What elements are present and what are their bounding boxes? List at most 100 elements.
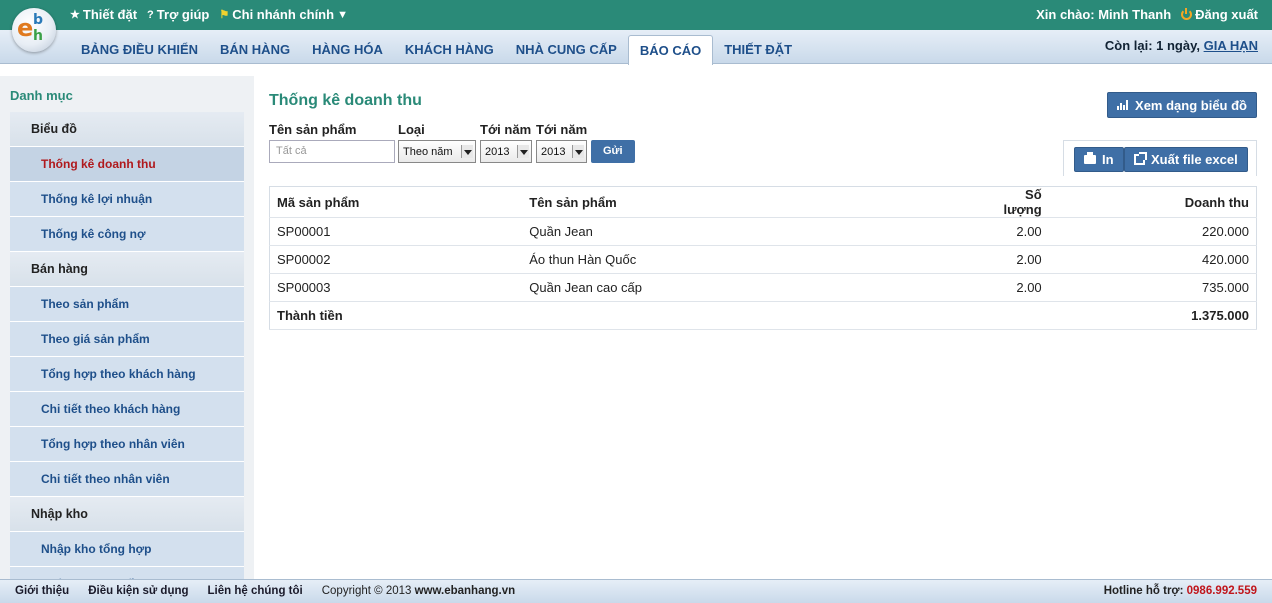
- sidebar-item-by-product-price[interactable]: Theo giá sản phẩm: [10, 322, 244, 357]
- to-year-select-1[interactable]: 2013: [480, 140, 532, 163]
- cell-revenue: 420.000: [1048, 245, 1257, 274]
- main-nav: BẢNG ĐIỀU KHIỂN BÁN HÀNG HÀNG HÓA KHÁCH …: [0, 30, 1272, 65]
- table-total-row: Thành tiền 1.375.000: [269, 301, 1257, 330]
- to-year-label-1: Tới năm: [480, 122, 532, 137]
- total-label: Thành tiền: [269, 301, 523, 330]
- sidebar-group-stock-in: Nhập kho: [10, 497, 244, 532]
- header-quantity: Số lượng: [977, 186, 1049, 218]
- to-year-select-2[interactable]: 2013: [536, 140, 587, 163]
- view-chart-button[interactable]: Xem dạng biểu đồ: [1107, 92, 1257, 118]
- header-product-name: Tên sản phẩm: [522, 186, 978, 218]
- export-actions: In Xuất file excel: [1063, 140, 1257, 176]
- export-excel-button[interactable]: Xuất file excel: [1124, 147, 1248, 172]
- extend-link[interactable]: GIA HẠN: [1204, 38, 1258, 53]
- view-chart-label: Xem dạng biểu đồ: [1135, 97, 1247, 113]
- submit-button[interactable]: Gửi: [591, 140, 635, 163]
- sidebar-title: Danh mục: [10, 88, 73, 103]
- header-revenue: Doanh thu: [1048, 186, 1257, 218]
- footer-link-about[interactable]: Giới thiệu: [15, 585, 69, 597]
- copyright: Copyright © 2013 www.ebanhang.vn: [322, 585, 515, 597]
- star-icon: ★: [70, 9, 80, 21]
- sidebar-item-customer-detail[interactable]: Chi tiết theo khách hàng: [10, 392, 244, 427]
- product-search-input[interactable]: Tất cả: [269, 140, 395, 163]
- top-bar: ★ Thiết đặt ? Trợ giúp ⚑ Chi nhánh chính…: [0, 0, 1272, 30]
- sidebar-item-staff-detail[interactable]: Chi tiết theo nhân viên: [10, 462, 244, 497]
- table-header-row: Mã sản phẩm Tên sản phẩm Số lượng Doanh …: [269, 186, 1257, 218]
- logout-link[interactable]: Đăng xuất: [1181, 7, 1258, 22]
- logo-letter-h: h: [33, 28, 43, 44]
- copyright-site: www.ebanhang.vn: [414, 585, 516, 597]
- chevron-down-icon: [517, 145, 529, 158]
- cell-quantity: 2.00: [977, 245, 1049, 274]
- year-value-2: 2013: [541, 146, 566, 158]
- sidebar-item-profit-stats[interactable]: Thống kê lợi nhuận: [10, 182, 244, 217]
- tab-products[interactable]: HÀNG HÓA: [301, 35, 394, 64]
- ebanhang-logo[interactable]: e b h: [12, 8, 56, 52]
- sidebar-item-staff-summary[interactable]: Tổng hợp theo nhân viên: [10, 427, 244, 462]
- help-icon: ?: [147, 8, 154, 21]
- type-label: Loại: [398, 122, 425, 137]
- export-excel-label: Xuất file excel: [1151, 152, 1238, 167]
- sidebar-list: Biểu đồ Thống kê doanh thu Thống kê lợi …: [10, 112, 244, 579]
- product-label: Tên sản phẩm: [269, 122, 357, 137]
- sidebar-item-by-product[interactable]: Theo sản phẩm: [10, 287, 244, 322]
- subscription-status: Còn lại: 1 ngày, GIA HẠN: [1105, 38, 1258, 53]
- greeting: Xin chào: Minh Thanh: [1036, 7, 1172, 22]
- hotline-label: Hotline hỗ trợ:: [1103, 585, 1184, 597]
- top-link-help[interactable]: ? Trợ giúp: [147, 7, 209, 22]
- external-link-icon: [1134, 152, 1147, 165]
- chevron-down-icon: [461, 145, 473, 158]
- sidebar-item-stock-in-summary[interactable]: Nhập kho tổng hợp: [10, 532, 244, 567]
- tab-customers[interactable]: KHÁCH HÀNG: [394, 35, 505, 64]
- top-link-settings[interactable]: ★ Thiết đặt: [70, 7, 137, 22]
- cell-product-code: SP00002: [269, 245, 523, 274]
- main-content: Thống kê doanh thu Xem dạng biểu đồ Tên …: [254, 76, 1272, 579]
- table-row: SP00001 Quần Jean 2.00 220.000: [269, 217, 1257, 246]
- printer-icon: [1084, 152, 1096, 164]
- cell-revenue: 220.000: [1048, 217, 1257, 246]
- table-row: SP00002 Áo thun Hàn Quốc 2.00 420.000: [269, 245, 1257, 274]
- to-year-label-2: Tới năm: [536, 122, 588, 137]
- tab-reports[interactable]: BÁO CÁO: [627, 35, 714, 65]
- nav-tabs: BẢNG ĐIỀU KHIỂN BÁN HÀNG HÀNG HÓA KHÁCH …: [70, 35, 803, 65]
- sidebar-item-debt-stats[interactable]: Thống kê công nợ: [10, 217, 244, 252]
- sidebar-item-customer-summary[interactable]: Tổng hợp theo khách hàng: [10, 357, 244, 392]
- power-icon: [1181, 8, 1193, 20]
- chevron-down-icon: [572, 145, 584, 158]
- cell-quantity: 2.00: [977, 217, 1049, 246]
- logout-label: Đăng xuất: [1195, 7, 1258, 22]
- total-empty-cell: [522, 301, 978, 330]
- user-area: Xin chào: Minh Thanh Đăng xuất: [1036, 7, 1258, 22]
- remaining-text: Còn lại: 1 ngày,: [1104, 38, 1200, 53]
- tab-settings[interactable]: THIẾT ĐẶT: [713, 35, 803, 64]
- footer-link-terms[interactable]: Điều kiện sử dụng: [88, 585, 188, 597]
- table-row: SP00003 Quần Jean cao cấp 2.00 735.000: [269, 273, 1257, 302]
- footer: Giới thiệu Điều kiện sử dụng Liên hệ chú…: [0, 579, 1272, 603]
- logo-letter-b: b: [33, 12, 44, 28]
- top-link-label: Trợ giúp: [156, 7, 210, 22]
- cell-product-name: Quần Jean cao cấp: [522, 273, 978, 302]
- sidebar-item-stock-in-detail[interactable]: Nhập kho chi tiết: [10, 567, 244, 579]
- footer-links: Giới thiệu Điều kiện sử dụng Liên hệ chú…: [15, 585, 515, 597]
- cell-revenue: 735.000: [1048, 273, 1257, 302]
- flag-icon: ⚑: [219, 9, 230, 21]
- type-select[interactable]: Theo năm: [398, 140, 476, 163]
- tab-suppliers[interactable]: NHÀ CUNG CẤP: [505, 35, 628, 64]
- print-button[interactable]: In: [1074, 147, 1124, 172]
- footer-link-contact[interactable]: Liên hệ chúng tôi: [208, 585, 303, 597]
- tab-sales[interactable]: BÁN HÀNG: [209, 35, 301, 64]
- tab-dashboard[interactable]: BẢNG ĐIỀU KHIỂN: [70, 35, 209, 64]
- header-product-code: Mã sản phẩm: [269, 186, 523, 218]
- total-empty-cell: [977, 301, 1049, 330]
- logo-letter-e: e: [17, 14, 34, 42]
- total-value: 1.375.000: [1048, 301, 1257, 330]
- sidebar-item-revenue-stats[interactable]: Thống kê doanh thu: [10, 147, 244, 182]
- cell-product-code: SP00003: [269, 273, 523, 302]
- cell-product-name: Quần Jean: [522, 217, 978, 246]
- hotline: Hotline hỗ trợ: 0986.992.559: [1104, 585, 1257, 597]
- sidebar: Danh mục Biểu đồ Thống kê doanh thu Thốn…: [0, 76, 254, 579]
- cell-product-name: Áo thun Hàn Quốc: [522, 245, 978, 274]
- sidebar-group-charts: Biểu đồ: [10, 112, 244, 147]
- top-link-branch[interactable]: ⚑ Chi nhánh chính ▼: [219, 7, 348, 22]
- top-link-label: Thiết đặt: [82, 7, 138, 22]
